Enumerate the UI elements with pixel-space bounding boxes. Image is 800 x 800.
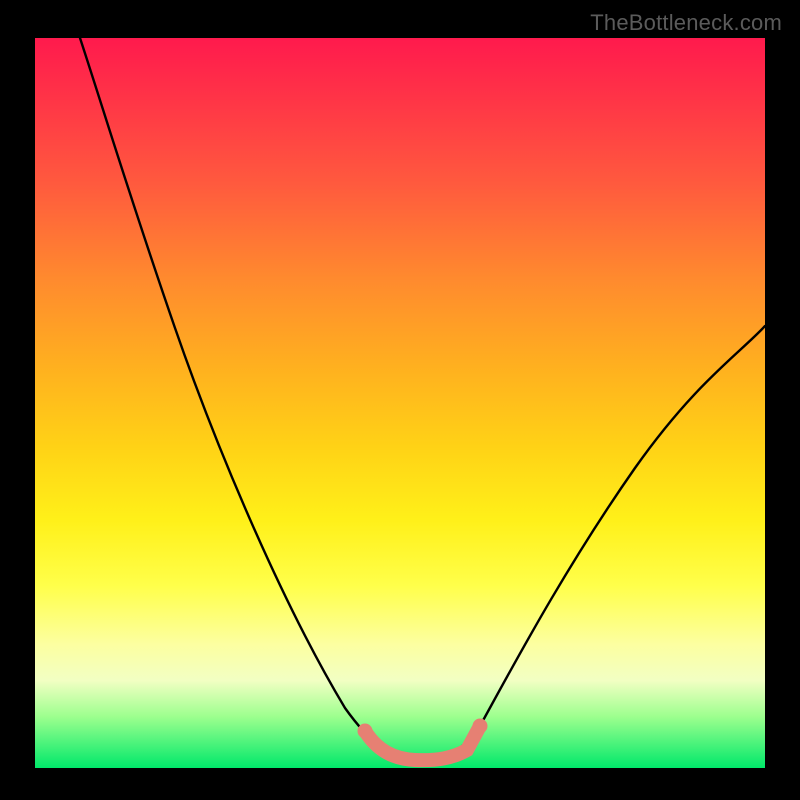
bottleneck-curve [80,38,765,760]
highlight-dot-right [473,719,488,734]
plot-area [35,38,765,768]
highlight-dot-left [358,724,373,739]
watermark-text: TheBottleneck.com [590,10,782,36]
curve-layer [35,38,765,768]
chart-frame: TheBottleneck.com [0,0,800,800]
highlight-band [365,726,480,760]
